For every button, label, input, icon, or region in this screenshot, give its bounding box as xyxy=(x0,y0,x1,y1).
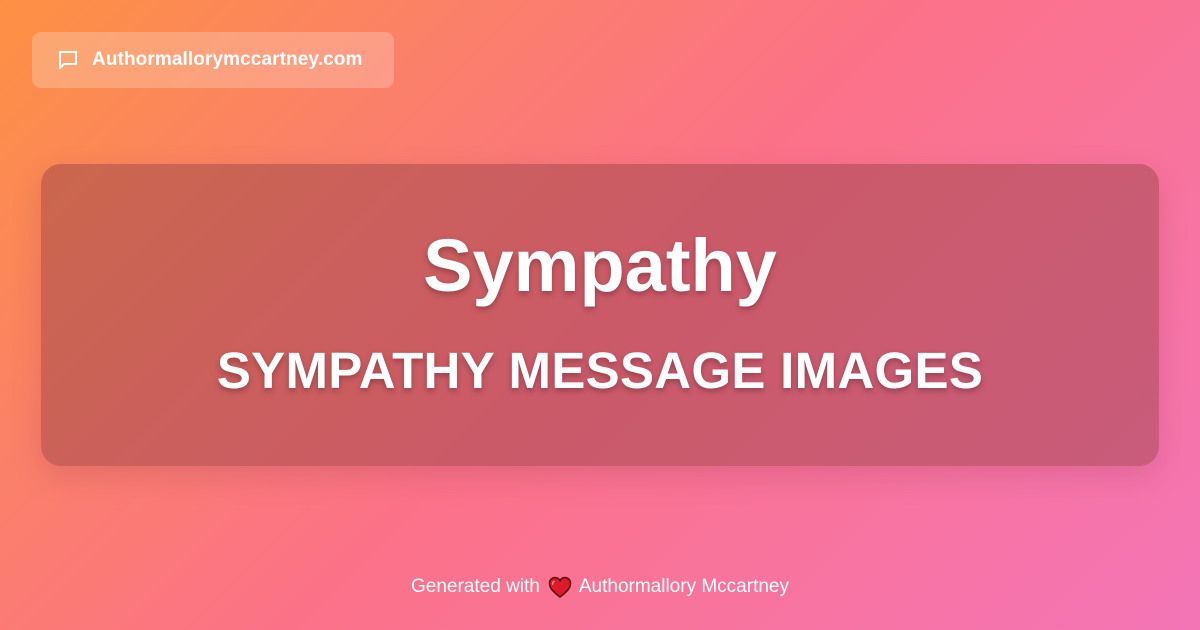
heart-icon xyxy=(548,576,572,598)
hero-subtitle: SYMPATHY MESSAGE IMAGES xyxy=(216,341,984,399)
footer-credit: Generated with Authormallory Mccartney xyxy=(0,574,1200,600)
site-domain: Authormallorymccartney.com xyxy=(92,49,363,70)
site-badge[interactable]: Authormallorymccartney.com xyxy=(32,32,394,88)
hero-title: Sympathy xyxy=(423,223,777,307)
hero-card: Sympathy SYMPATHY MESSAGE IMAGES xyxy=(41,164,1159,466)
footer-prefix: Generated with xyxy=(411,576,540,597)
speech-bubble-icon xyxy=(56,48,80,72)
footer-author: Authormallory Mccartney xyxy=(578,576,789,597)
